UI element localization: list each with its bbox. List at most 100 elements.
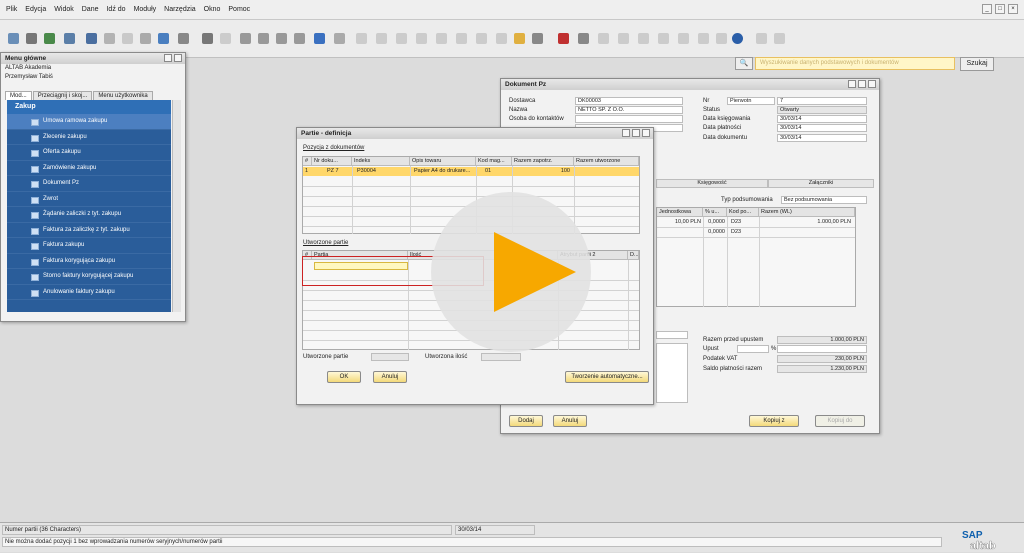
menu-item-dokument-pz[interactable]: Dokument Pz [7,176,171,192]
extra-icon-1[interactable] [756,33,767,44]
menu-item-zadanie-zaliczki[interactable]: Żądanie zaliczki z tyt. zakupu [7,207,171,223]
print-preview-icon[interactable] [8,33,19,44]
play-icon[interactable] [494,232,576,312]
tab-zalaczniki[interactable]: Załączniki [768,179,874,188]
minimize-icon[interactable] [848,80,856,88]
pdf-icon[interactable] [122,33,133,44]
osoba-field[interactable] [575,115,683,123]
tab-modules[interactable]: Mod... [5,91,32,100]
close-icon[interactable] [174,54,182,62]
settings-icon[interactable] [178,33,189,44]
export-icon[interactable] [64,33,75,44]
row1-razem[interactable]: 1.000,00 PLN [759,218,853,227]
binoculars-icon[interactable] [202,33,213,44]
dostawca-field[interactable]: DK00003 [575,97,683,105]
maximize-icon[interactable] [858,80,866,88]
calculator-icon[interactable] [598,33,609,44]
typ-podsumowania-select[interactable]: Bez podsumowania [781,196,867,204]
data-ksiegowania-field[interactable]: 30/03/14 [777,115,867,123]
menu-idz-do[interactable]: Idź do [106,6,125,13]
sort-icon[interactable] [334,33,345,44]
help-icon[interactable] [732,33,743,44]
menu-item-faktura-korygujaca[interactable]: Faktura korygująca zakupu [7,254,171,269]
email-icon[interactable] [44,33,55,44]
menu-item-faktura-zaliczka[interactable]: Faktura za zaliczkę z tyt. zakupu [7,223,171,238]
search-icon[interactable]: 🔍 [735,57,753,70]
menu-widok[interactable]: Widok [54,6,73,13]
menu-edycja[interactable]: Edycja [25,6,46,13]
tab-ksiegowosc[interactable]: Księgowość [656,179,768,188]
main-menu-scrollbar[interactable] [172,100,181,312]
gross-profit-icon[interactable] [456,33,467,44]
row2-kod[interactable]: D23 [729,228,759,237]
base-document-icon[interactable] [356,33,367,44]
upust-field[interactable] [737,345,769,353]
word-icon[interactable] [86,33,97,44]
module-purchasing[interactable]: Zakup [7,100,171,114]
excel-icon[interactable] [104,33,115,44]
layout-icon[interactable] [514,33,525,44]
row-razem-zap[interactable]: 100 [512,167,572,176]
restore-icon[interactable]: □ [995,4,1005,14]
row-kod-mag[interactable]: 01 [483,167,511,176]
target-document-icon[interactable] [376,33,387,44]
window-icon[interactable] [716,33,727,44]
screen-icon[interactable] [698,33,709,44]
anuluj-partie-button[interactable]: Anuluj [373,371,407,383]
upust-amount-field[interactable] [777,345,867,353]
row-razem-utw[interactable] [574,167,636,176]
ok-button[interactable]: OK [327,371,361,383]
lock-icon[interactable] [140,33,151,44]
data-dokumentu-field[interactable]: 30/03/14 [777,134,867,142]
next-record-icon[interactable] [276,33,287,44]
menu-plik[interactable]: Plik [6,6,17,13]
menu-item-zamowienie[interactable]: Zamówienie zakupu [7,161,171,176]
copy-icon[interactable] [678,33,689,44]
network-icon[interactable] [618,33,629,44]
close-icon[interactable]: × [1008,4,1018,14]
maximize-icon[interactable] [632,129,640,137]
message-icon[interactable] [578,33,589,44]
volume-icon[interactable] [476,33,487,44]
remarks-select[interactable] [656,331,688,339]
add-record-icon[interactable] [220,33,231,44]
menu-item-zlecenie[interactable]: Zlecenie zakupu [7,130,171,145]
filter-icon[interactable] [314,33,325,44]
prev-record-icon[interactable] [258,33,269,44]
nr-field[interactable]: 7 [777,97,867,105]
menu-item-zwrot[interactable]: Zwrot [7,192,171,207]
menu-moduly[interactable]: Moduły [134,6,157,13]
menu-dane[interactable]: Dane [82,6,99,13]
menu-item-faktura-zakupu[interactable]: Faktura zakupu [7,238,171,254]
dodaj-button[interactable]: Dodaj [509,415,543,427]
search-button[interactable]: Szukaj [960,57,994,71]
transfer-icon[interactable] [158,33,169,44]
nazwa-field[interactable]: NETTO SP. Z O.O. [575,106,683,114]
menu-item-storno[interactable]: Storno faktury korygującej zakupu [7,269,171,285]
remarks-field[interactable] [656,343,688,403]
anuluj-button[interactable]: Anuluj [553,415,587,427]
row1-jednostkowa[interactable]: 10,00 PLN [657,218,703,227]
payment-icon[interactable] [416,33,427,44]
menu-narzedzia[interactable]: Narzędzia [164,6,196,13]
close-icon[interactable] [642,129,650,137]
row-opis[interactable]: Papier A4 do drukare... [412,167,476,176]
menu-item-anulowanie[interactable]: Anulowanie faktury zakupu [7,285,171,300]
menu-item-umowa-ramowa[interactable]: Umowa ramowa zakupu [7,114,171,130]
search-input[interactable]: Wyszukiwanie danych podstawowych i dokum… [755,57,955,70]
extra-icon-2[interactable] [774,33,785,44]
minimize-icon[interactable] [622,129,630,137]
row2-upust[interactable]: 0,0000 [703,228,727,237]
org-icon[interactable] [658,33,669,44]
series-select[interactable]: Pierwotn [727,97,775,105]
close-icon[interactable] [868,80,876,88]
tab-user-menu[interactable]: Menu użytkownika [93,91,153,100]
row-nr-dok[interactable]: PZ 7 [325,167,351,176]
menu-okno[interactable]: Okno [204,6,221,13]
form-settings-icon[interactable] [532,33,543,44]
menu-item-oferta[interactable]: Oferta zakupu [7,145,171,161]
report-icon[interactable] [436,33,447,44]
menu-pomoc[interactable]: Pomoc [228,6,250,13]
print-icon[interactable] [26,33,37,44]
calendar-icon[interactable] [496,33,507,44]
